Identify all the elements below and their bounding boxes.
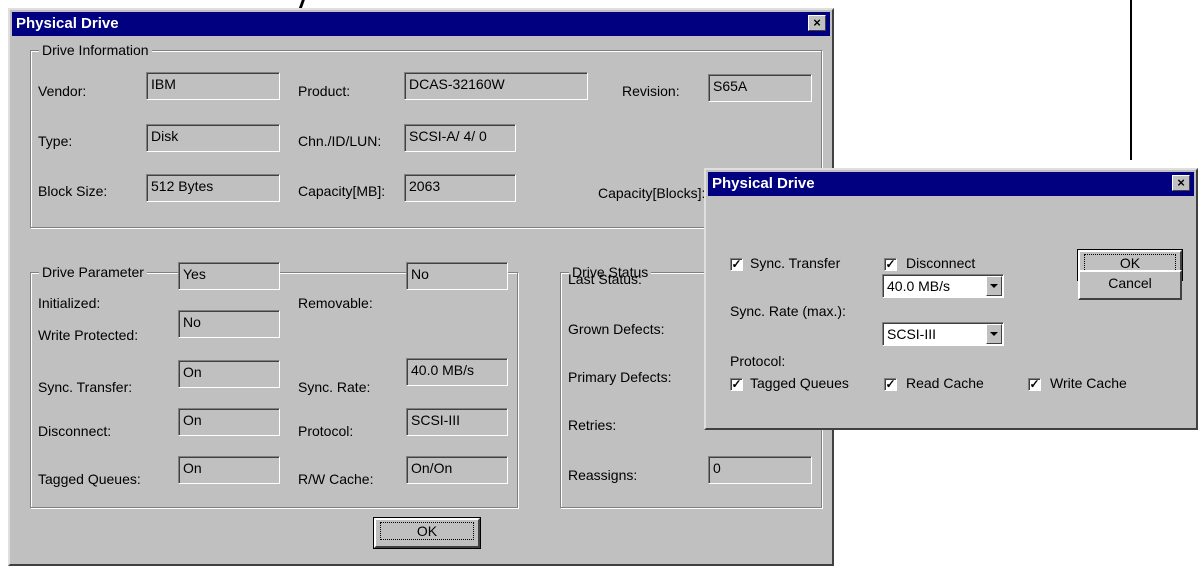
capacity-mb-label: Capacity[MB]:	[298, 183, 386, 199]
disconnect-label: Disconnect:	[38, 423, 112, 439]
sync-transfer-label: Sync. Transfer:	[38, 379, 133, 395]
protocol-select-value: SCSI-III	[887, 326, 937, 342]
sync-rate-select[interactable]: 40.0 MB/s	[882, 274, 1004, 298]
sync-rate-select-value: 40.0 MB/s	[887, 278, 951, 294]
write-cache-checkbox[interactable]: ✓	[1028, 378, 1041, 391]
check-icon: ✓	[885, 377, 896, 391]
reassigns-field: 0	[708, 456, 812, 484]
sync-transfer-checkbox[interactable]: ✓	[730, 258, 743, 271]
callout-line-right	[1130, 0, 1132, 160]
cancel-button[interactable]: Cancel	[1078, 270, 1182, 300]
grown-defects-label: Grown Defects:	[568, 321, 665, 337]
read-cache-checkbox-label[interactable]: Read Cache	[906, 374, 984, 392]
write-cache-checkbox-label[interactable]: Write Cache	[1050, 374, 1127, 392]
rw-cache-field: On/On	[406, 456, 508, 484]
ok-label: OK	[380, 522, 474, 540]
read-cache-checkbox[interactable]: ✓	[884, 378, 897, 391]
check-icon: ✓	[885, 257, 896, 271]
block-size-label: Block Size:	[38, 183, 108, 199]
settings-close-button[interactable]: ×	[1172, 175, 1190, 191]
product-field: DCAS-32160W	[404, 72, 588, 100]
block-size-field: 512 Bytes	[146, 174, 280, 202]
capacity-blocks-label: Capacity[Blocks]:	[598, 185, 706, 201]
protocol-select[interactable]: SCSI-III	[882, 322, 1004, 346]
sync-rate-label: Sync. Rate:	[298, 379, 371, 395]
check-icon: ✓	[731, 257, 742, 271]
primary-defects-label: Primary Defects:	[568, 369, 672, 385]
protocol-field: SCSI-III	[406, 408, 508, 436]
ok-button[interactable]: OK	[373, 517, 481, 549]
sync-rate-max-label: Sync. Rate (max.):	[730, 303, 846, 319]
settings-title-bar: Physical Drive ×	[708, 172, 1194, 196]
chevron-down-icon[interactable]	[986, 324, 1002, 344]
disconnect-field: On	[178, 408, 280, 436]
write-protected-field: No	[178, 310, 280, 338]
protocol-select-label: Protocol:	[730, 353, 786, 369]
tagged-queues-field: On	[178, 456, 280, 484]
drive-parameter-label: Drive Parameter	[39, 264, 147, 280]
tagged-queues-checkbox[interactable]: ✓	[730, 378, 743, 391]
cancel-label: Cancel	[1108, 275, 1152, 291]
close-button[interactable]: ×	[808, 15, 826, 31]
vendor-label: Vendor:	[38, 83, 87, 99]
revision-field: S65A	[708, 74, 812, 102]
title-bar: Physical Drive ×	[12, 12, 830, 36]
tagged-queues-label: Tagged Queues:	[38, 471, 141, 487]
drive-information-label: Drive Information	[39, 42, 152, 58]
rw-cache-label: R/W Cache:	[298, 471, 374, 487]
dialog-title: Physical Drive	[16, 15, 119, 32]
sync-transfer-checkbox-label[interactable]: Sync. Transfer	[750, 254, 840, 272]
close-icon: ×	[813, 15, 821, 30]
retries-label: Retries:	[568, 417, 617, 433]
last-status-label: Last Status:	[568, 271, 642, 287]
revision-label: Revision:	[622, 83, 680, 99]
disconnect-checkbox-label[interactable]: Disconnect	[906, 254, 975, 272]
product-label: Product:	[298, 83, 351, 99]
sync-transfer-field: On	[178, 360, 280, 388]
capacity-mb-field: 2063	[404, 174, 516, 202]
removable-label: Removable:	[298, 295, 373, 311]
vendor-field: IBM	[146, 72, 280, 100]
write-protected-label: Write Protected:	[38, 327, 139, 343]
chn-id-lun-label: Chn./ID/LUN:	[298, 133, 382, 149]
check-icon: ✓	[731, 377, 742, 391]
physical-drive-settings-dialog: Physical Drive × ✓ Sync. Transfer ✓ Disc…	[704, 168, 1198, 430]
protocol-label: Protocol:	[298, 423, 354, 439]
tagged-queues-checkbox-label[interactable]: Tagged Queues	[750, 374, 849, 392]
type-label: Type:	[38, 133, 73, 149]
check-icon: ✓	[1029, 377, 1040, 391]
initialized-field: Yes	[178, 262, 280, 290]
disconnect-checkbox[interactable]: ✓	[884, 258, 897, 271]
chn-id-lun-field: SCSI-A/ 4/ 0	[404, 124, 516, 152]
sync-rate-field: 40.0 MB/s	[406, 358, 508, 386]
settings-dialog-title: Physical Drive	[712, 175, 815, 192]
type-field: Disk	[146, 124, 280, 152]
initialized-label: Initialized:	[38, 295, 101, 311]
reassigns-label: Reassigns:	[568, 467, 638, 483]
close-icon: ×	[1177, 175, 1185, 190]
removable-field: No	[406, 262, 508, 290]
chevron-down-icon[interactable]	[986, 276, 1002, 296]
